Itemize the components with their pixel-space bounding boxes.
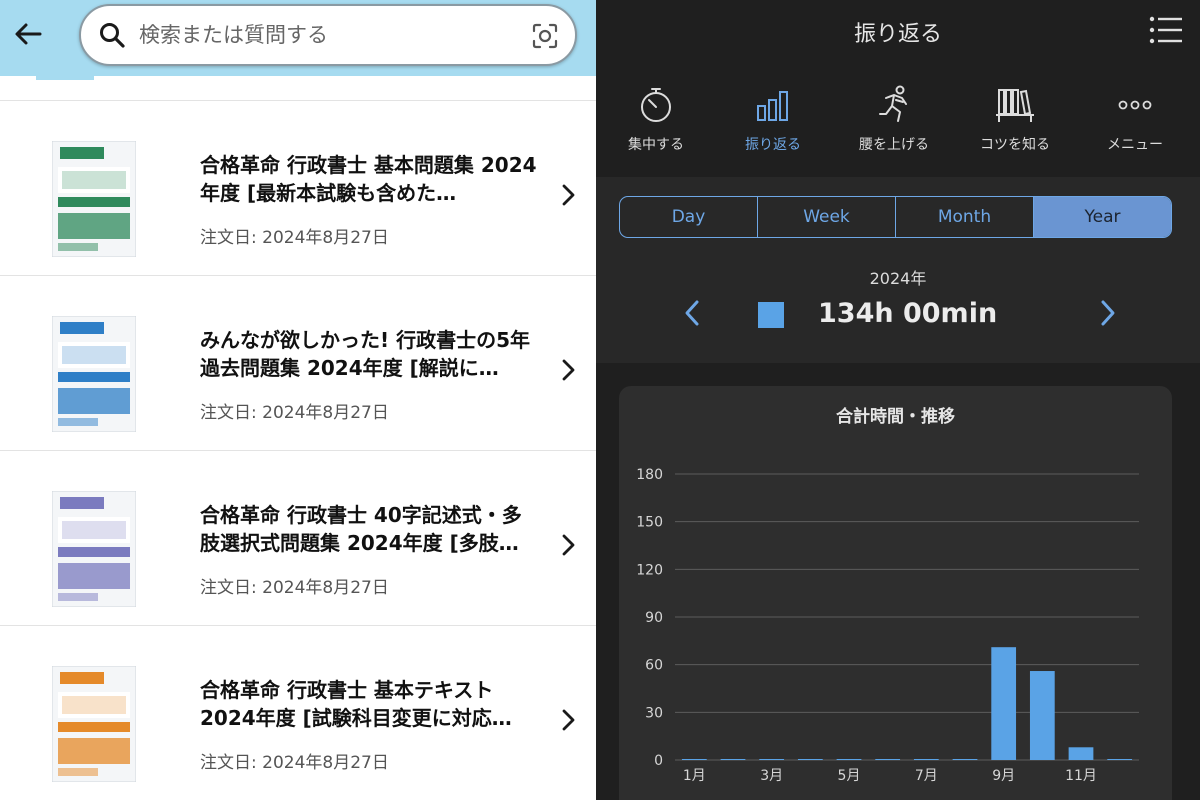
y-tick-label: 180	[636, 467, 663, 483]
bar-chart: 0 30 60 90 120 150 180 1月 3月 5月 7月 9月 11月	[636, 467, 1139, 784]
bar-10月	[1029, 671, 1055, 760]
order-title: 合格革命 行政書士 基本問題集 2024年度 [最新本試験も含めた…	[200, 153, 537, 205]
order-item[interactable]: 合格革命 行政書士 40字記述式・多肢選択式問題集 2024年度 [多肢… 注文…	[0, 450, 596, 625]
order-date: 注文日: 2024年8月27日	[200, 228, 389, 248]
total-time: 134h 00min	[818, 298, 998, 329]
period-segmented-control: Day Week Month Year	[619, 196, 1172, 238]
search-input[interactable]	[139, 23, 509, 47]
stopwatch-icon	[641, 88, 671, 122]
x-tick-label: 3月	[760, 768, 783, 784]
nav-focus[interactable]: 集中する	[601, 84, 711, 154]
bar-12月	[1107, 759, 1133, 760]
chevron-right-icon[interactable]	[556, 356, 580, 384]
period-day-button[interactable]: Day	[620, 197, 758, 237]
period-week-button[interactable]: Week	[758, 197, 896, 237]
bar-9月	[991, 647, 1017, 760]
y-tick-label: 0	[654, 753, 663, 769]
review-pane: 振り返る 集中する 振り返る 腰を上げる コツを知る メニュー Day Week…	[596, 0, 1200, 800]
camera-scan-icon[interactable]	[531, 22, 559, 50]
x-tick-label: 1月	[683, 768, 706, 784]
book-cover-image	[52, 141, 136, 257]
header-tab-indicator	[36, 70, 94, 80]
nav-menu[interactable]: メニュー	[1080, 84, 1190, 154]
y-tick-label: 150	[636, 515, 663, 531]
x-tick-label: 9月	[992, 768, 1015, 784]
chevron-right-icon[interactable]	[1096, 297, 1120, 329]
year-label: 2024年	[869, 269, 927, 288]
order-date: 注文日: 2024年8月27日	[200, 403, 389, 423]
order-title: 合格革命 行政書士 基本テキスト 2024年度 [試験科目変更に対応…	[200, 678, 512, 730]
order-item[interactable]: 合格革命 行政書士 基本テキスト 2024年度 [試験科目変更に対応… 注文日:…	[0, 625, 596, 800]
x-tick-label: 7月	[915, 768, 938, 784]
back-button[interactable]	[8, 14, 48, 54]
app-header: 振り返る	[596, 0, 1200, 60]
y-tick-label: 60	[645, 658, 663, 674]
nav-get-moving[interactable]: 腰を上げる	[839, 84, 949, 154]
y-tick-label: 90	[645, 610, 663, 626]
bar-1月	[681, 759, 707, 760]
order-date: 注文日: 2024年8月27日	[200, 578, 389, 598]
y-tick-label: 120	[636, 562, 663, 578]
x-tick-label: 5月	[838, 768, 861, 784]
order-item[interactable]: 合格革命 行政書士 基本問題集 2024年度 [最新本試験も含めた… 注文日: …	[0, 100, 596, 275]
nav-label: 腰を上げる	[859, 137, 929, 153]
bar-chart-icon	[757, 91, 788, 121]
nav-label: 振り返る	[745, 137, 801, 153]
y-tick-label: 30	[645, 705, 663, 721]
order-item[interactable]: みんなが欲しかった! 行政書士の5年過去問題集 2024年度 [解説に… 注文日…	[0, 275, 596, 450]
list-menu-icon[interactable]	[1148, 14, 1184, 46]
order-title: みんなが欲しかった! 行政書士の5年過去問題集 2024年度 [解説に…	[200, 328, 530, 380]
search-header	[0, 0, 596, 80]
chevron-left-icon[interactable]	[680, 297, 704, 329]
running-icon	[879, 85, 907, 122]
bar-5月	[836, 759, 862, 760]
period-month-button[interactable]: Month	[896, 197, 1034, 237]
bar-3月	[759, 759, 785, 760]
order-date: 注文日: 2024年8月27日	[200, 753, 389, 773]
search-icon	[97, 20, 127, 50]
feature-nav: 集中する 振り返る 腰を上げる コツを知る メニュー	[596, 84, 1200, 164]
book-cover-image	[52, 491, 136, 607]
nav-label: メニュー	[1107, 137, 1163, 153]
bar-6月	[875, 759, 901, 760]
order-title: 合格革命 行政書士 40字記述式・多肢選択式問題集 2024年度 [多肢…	[200, 503, 522, 555]
back-arrow-icon	[15, 23, 42, 45]
page-title: 振り返る	[853, 22, 942, 47]
nav-review[interactable]: 振り返る	[718, 84, 828, 154]
bar-7月	[913, 759, 939, 760]
book-cover-image	[52, 666, 136, 782]
bar-11月	[1068, 747, 1094, 760]
chevron-right-icon[interactable]	[556, 181, 580, 209]
legend-swatch	[758, 302, 784, 328]
search-bar[interactable]	[79, 4, 577, 66]
bar-2月	[720, 759, 746, 760]
period-panel: Day Week Month Year 2024年 134h 00min	[596, 177, 1200, 363]
chart-card: 合計時間・推移 0 30 60 90 120 150 180 1月 3月 5月 7月 9月 11月	[619, 386, 1172, 800]
nav-label: コツを知る	[980, 137, 1050, 153]
order-list: 合格革命 行政書士 基本問題集 2024年度 [最新本試験も含めた… 注文日: …	[0, 100, 596, 800]
nav-label: 集中する	[628, 137, 684, 153]
bar-8月	[952, 759, 978, 760]
chevron-right-icon[interactable]	[556, 531, 580, 559]
bar-4月	[797, 759, 823, 760]
period-year-button[interactable]: Year	[1034, 197, 1171, 237]
book-cover-image	[52, 316, 136, 432]
screen: 合格革命 行政書士 基本問題集 2024年度 [最新本試験も含めた… 注文日: …	[0, 0, 1200, 800]
chevron-right-icon[interactable]	[556, 706, 580, 734]
bookshelf-icon	[996, 89, 1034, 122]
order-history-pane: 合格革命 行政書士 基本問題集 2024年度 [最新本試験も含めた… 注文日: …	[0, 0, 596, 800]
more-dots-icon	[1118, 100, 1152, 110]
nav-tips[interactable]: コツを知る	[960, 84, 1070, 154]
x-tick-label: 11月	[1065, 768, 1097, 784]
